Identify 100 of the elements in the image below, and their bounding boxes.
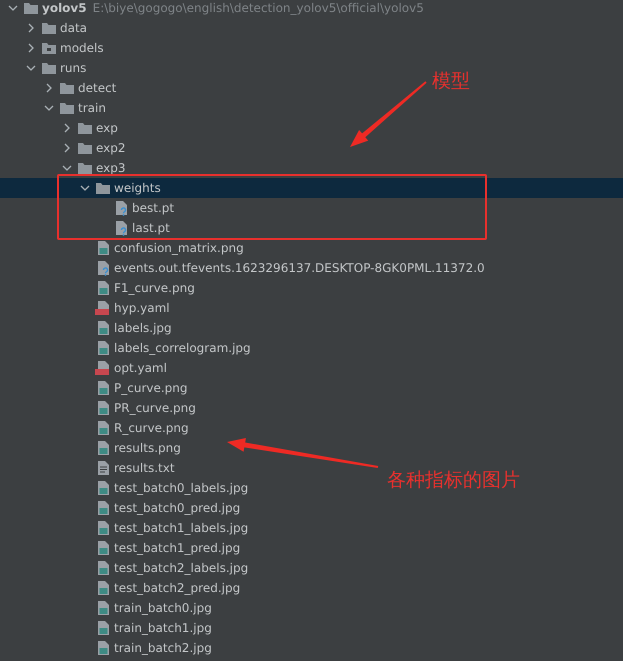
tree-item[interactable]: exp3 bbox=[0, 158, 130, 178]
image-file-icon bbox=[95, 600, 111, 616]
image-file-icon bbox=[95, 400, 111, 416]
image-file-icon bbox=[95, 620, 111, 636]
tree-item[interactable]: exp2 bbox=[0, 138, 130, 158]
folder-icon bbox=[77, 121, 93, 135]
file-name: test_batch0_pred.jpg bbox=[114, 501, 240, 515]
tree-item[interactable]: test_batch0_labels.jpg bbox=[0, 478, 252, 498]
folder-icon bbox=[95, 181, 111, 195]
unknown-file-icon bbox=[95, 260, 111, 276]
tree-item[interactable]: PR_curve.png bbox=[0, 398, 200, 418]
image-file-icon bbox=[95, 340, 111, 356]
file-name: R_curve.png bbox=[114, 421, 189, 435]
tree-item[interactable]: R_curve.png bbox=[0, 418, 193, 438]
file-name: test_batch2_labels.jpg bbox=[114, 561, 248, 575]
file-name: P_curve.png bbox=[114, 381, 188, 395]
file-name: PR_curve.png bbox=[114, 401, 196, 415]
tree-item[interactable]: test_batch2_labels.jpg bbox=[0, 558, 252, 578]
image-file-icon bbox=[95, 580, 111, 596]
tree-item[interactable]: train_batch0.jpg bbox=[0, 598, 216, 618]
file-name: results.png bbox=[114, 441, 181, 455]
file-name: yolov5 bbox=[42, 1, 87, 15]
image-file-icon bbox=[95, 280, 111, 296]
tree-item[interactable]: P_curve.png bbox=[0, 378, 192, 398]
folder-icon bbox=[59, 101, 75, 115]
image-file-icon bbox=[95, 240, 111, 256]
unknown-file-icon bbox=[113, 220, 129, 236]
unknown-file-icon bbox=[113, 200, 129, 216]
image-file-icon bbox=[95, 560, 111, 576]
project-path: E:\biye\gogogo\english\detection_yolov5\official\yolov5 bbox=[92, 1, 424, 15]
tree-item[interactable]: test_batch0_pred.jpg bbox=[0, 498, 244, 518]
file-name: last.pt bbox=[132, 221, 170, 235]
tree-item[interactable]: labels_correlogram.jpg bbox=[0, 338, 255, 358]
folder-icon bbox=[41, 21, 57, 35]
tree-item[interactable]: yolov5 E:\biye\gogogo\english\detection_yolov5\official\yolov5 bbox=[0, 0, 428, 18]
callout-label: 模型 bbox=[432, 69, 470, 94]
tree-item[interactable]: last.pt bbox=[0, 218, 174, 238]
file-name: events.out.tfevents.1623296137.DESKTOP-8GK0PML.11372.0 bbox=[114, 261, 485, 275]
image-file-icon bbox=[95, 440, 111, 456]
file-name: hyp.yaml bbox=[114, 301, 170, 315]
file-name: train_batch0.jpg bbox=[114, 601, 212, 615]
tree-item[interactable]: hyp.yaml bbox=[0, 298, 174, 318]
tree-item[interactable]: exp bbox=[0, 118, 122, 138]
folder-icon bbox=[41, 61, 57, 75]
tree-item[interactable]: test_batch2_pred.jpg bbox=[0, 578, 244, 598]
folder-icon bbox=[77, 141, 93, 155]
tree-item[interactable]: train_batch2.jpg bbox=[0, 638, 216, 658]
tree-item[interactable]: best.pt bbox=[0, 198, 178, 218]
tree-item[interactable]: results.txt bbox=[0, 458, 179, 478]
file-name: results.txt bbox=[114, 461, 175, 475]
file-name: exp3 bbox=[96, 161, 126, 175]
tree-item[interactable]: events.out.tfevents.1623296137.DESKTOP-8GK0PML.11372.0 bbox=[0, 258, 489, 278]
file-name: exp bbox=[96, 121, 118, 135]
file-name: labels.jpg bbox=[114, 321, 172, 335]
image-file-icon bbox=[95, 520, 111, 536]
tree-item[interactable]: detect bbox=[0, 78, 120, 98]
image-file-icon bbox=[95, 480, 111, 496]
file-name: test_batch1_labels.jpg bbox=[114, 521, 248, 535]
file-name: runs bbox=[60, 61, 86, 75]
file-name: test_batch1_pred.jpg bbox=[114, 541, 240, 555]
file-name: test_batch0_labels.jpg bbox=[114, 481, 248, 495]
tree-item[interactable]: confusion_matrix.png bbox=[0, 238, 248, 258]
tree-item[interactable]: weights bbox=[0, 178, 623, 198]
tree-item[interactable]: test_batch1_pred.jpg bbox=[0, 538, 244, 558]
tree-item[interactable]: results.png bbox=[0, 438, 185, 458]
file-name: opt.yaml bbox=[114, 361, 167, 375]
tree-item[interactable]: runs bbox=[0, 58, 90, 78]
image-file-icon bbox=[95, 540, 111, 556]
yaml-file-icon bbox=[95, 300, 111, 316]
tree-item[interactable]: train bbox=[0, 98, 110, 118]
package-folder-icon bbox=[41, 41, 57, 55]
text-file-icon bbox=[95, 460, 111, 476]
file-name: train_batch1.jpg bbox=[114, 621, 212, 635]
tree-item[interactable]: test_batch1_labels.jpg bbox=[0, 518, 252, 538]
yaml-file-icon bbox=[95, 360, 111, 376]
tree-item[interactable]: labels.jpg bbox=[0, 318, 176, 338]
tree-item[interactable]: models bbox=[0, 38, 108, 58]
image-file-icon bbox=[95, 640, 111, 656]
file-name: weights bbox=[114, 181, 161, 195]
file-name: train bbox=[78, 101, 106, 115]
image-file-icon bbox=[95, 500, 111, 516]
file-name: labels_correlogram.jpg bbox=[114, 341, 251, 355]
image-file-icon bbox=[95, 380, 111, 396]
folder-icon bbox=[77, 161, 93, 175]
image-file-icon bbox=[95, 420, 111, 436]
file-name: data bbox=[60, 21, 88, 35]
folder-icon bbox=[23, 1, 39, 15]
file-name: exp2 bbox=[96, 141, 126, 155]
file-name: F1_curve.png bbox=[114, 281, 195, 295]
file-name: confusion_matrix.png bbox=[114, 241, 244, 255]
file-name: best.pt bbox=[132, 201, 174, 215]
tree-item[interactable]: opt.yaml bbox=[0, 358, 171, 378]
file-name: models bbox=[60, 41, 104, 55]
tree-item[interactable]: F1_curve.png bbox=[0, 278, 199, 298]
file-name: detect bbox=[78, 81, 116, 95]
tree-item[interactable]: train_batch1.jpg bbox=[0, 618, 216, 638]
tree-item[interactable]: data bbox=[0, 18, 92, 38]
folder-icon bbox=[59, 81, 75, 95]
callout-label: 各种指标的图片 bbox=[387, 468, 520, 493]
file-name: train_batch2.jpg bbox=[114, 641, 212, 655]
